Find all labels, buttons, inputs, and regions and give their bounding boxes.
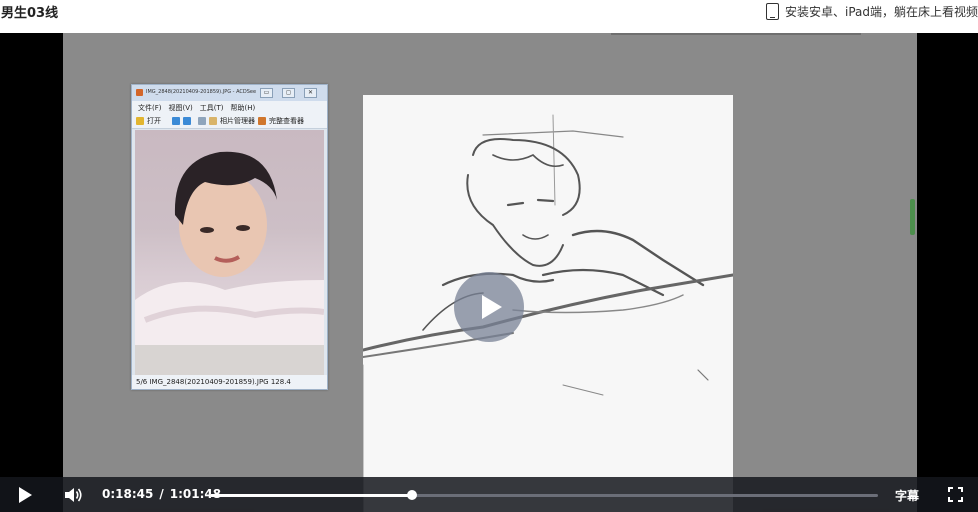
play-icon[interactable]: [19, 487, 32, 503]
open-folder-icon: [136, 117, 144, 125]
menu-view: 视图(V): [168, 103, 193, 112]
photo-manager-label: 相片管理器: [220, 117, 255, 125]
install-app-text: 安装安卓、iPad端，躺在床上看视频: [784, 5, 978, 19]
sketch-drawing: [361, 114, 735, 512]
frame-edge-line: [611, 33, 861, 35]
close-icon: ✕: [304, 88, 317, 98]
side-scroll-handle: [910, 199, 915, 235]
prev-image-icon: [172, 117, 180, 125]
reference-photo: [135, 130, 324, 376]
subtitle-button[interactable]: 字幕: [895, 487, 919, 504]
time-separator: /: [159, 487, 164, 501]
viewer-menu-bar: 文件(F) 视图(V) 工具(T) 帮助(H): [132, 101, 327, 114]
menu-help: 帮助(H): [230, 103, 256, 112]
menu-tools: 工具(T): [199, 103, 224, 112]
maximize-icon: ◻: [282, 88, 295, 98]
progress-bar[interactable]: [210, 490, 878, 500]
viewer-app-icon: [136, 89, 143, 96]
tablet-icon: [765, 3, 779, 20]
reference-viewer-window: IMG_2848(20210409-201859).JPG - ACDSee ▭…: [131, 84, 328, 390]
video-player[interactable]: IMG_2848(20210409-201859).JPG - ACDSee ▭…: [0, 33, 978, 512]
drawing-canvas: [361, 95, 735, 512]
open-label: 打开: [147, 117, 161, 125]
portrait-illustration: [135, 151, 324, 376]
fullscreen-icon[interactable]: [948, 487, 963, 502]
viewer-status-bar: 5/6 IMG_2848(20210409-201859).JPG 128.4: [132, 375, 327, 389]
big-play-button[interactable]: [454, 272, 524, 342]
progress-handle[interactable]: [407, 490, 418, 500]
minimize-icon: ▭: [260, 88, 273, 98]
time-display: 0:18:45/1:01:48: [102, 487, 221, 501]
full-viewer-label: 完整查看器: [269, 117, 304, 125]
progress-fill: [210, 494, 413, 497]
next-image-icon: [183, 117, 191, 125]
player-controls: 0:18:45/1:01:48 字幕: [0, 477, 978, 512]
viewer-title-bar: IMG_2848(20210409-201859).JPG - ACDSee ▭…: [132, 85, 327, 101]
slideshow-icon: [198, 117, 206, 125]
top-bar: 男生03线 安装安卓、iPad端，躺在床上看视频: [0, 0, 978, 33]
viewer-title: IMG_2848(20210409-201859).JPG - ACDSee: [146, 89, 257, 95]
volume-icon[interactable]: [63, 485, 83, 505]
current-time: 0:18:45: [102, 487, 154, 501]
full-viewer-icon: [258, 117, 266, 125]
menu-file: 文件(F): [138, 103, 162, 112]
page-title: 男生03线: [1, 6, 59, 21]
photo-manager-icon: [209, 117, 217, 125]
viewer-toolbar: 打开 相片管理器 完整查看器: [132, 114, 327, 129]
install-app-link[interactable]: 安装安卓、iPad端，躺在床上看视频: [765, 3, 978, 20]
